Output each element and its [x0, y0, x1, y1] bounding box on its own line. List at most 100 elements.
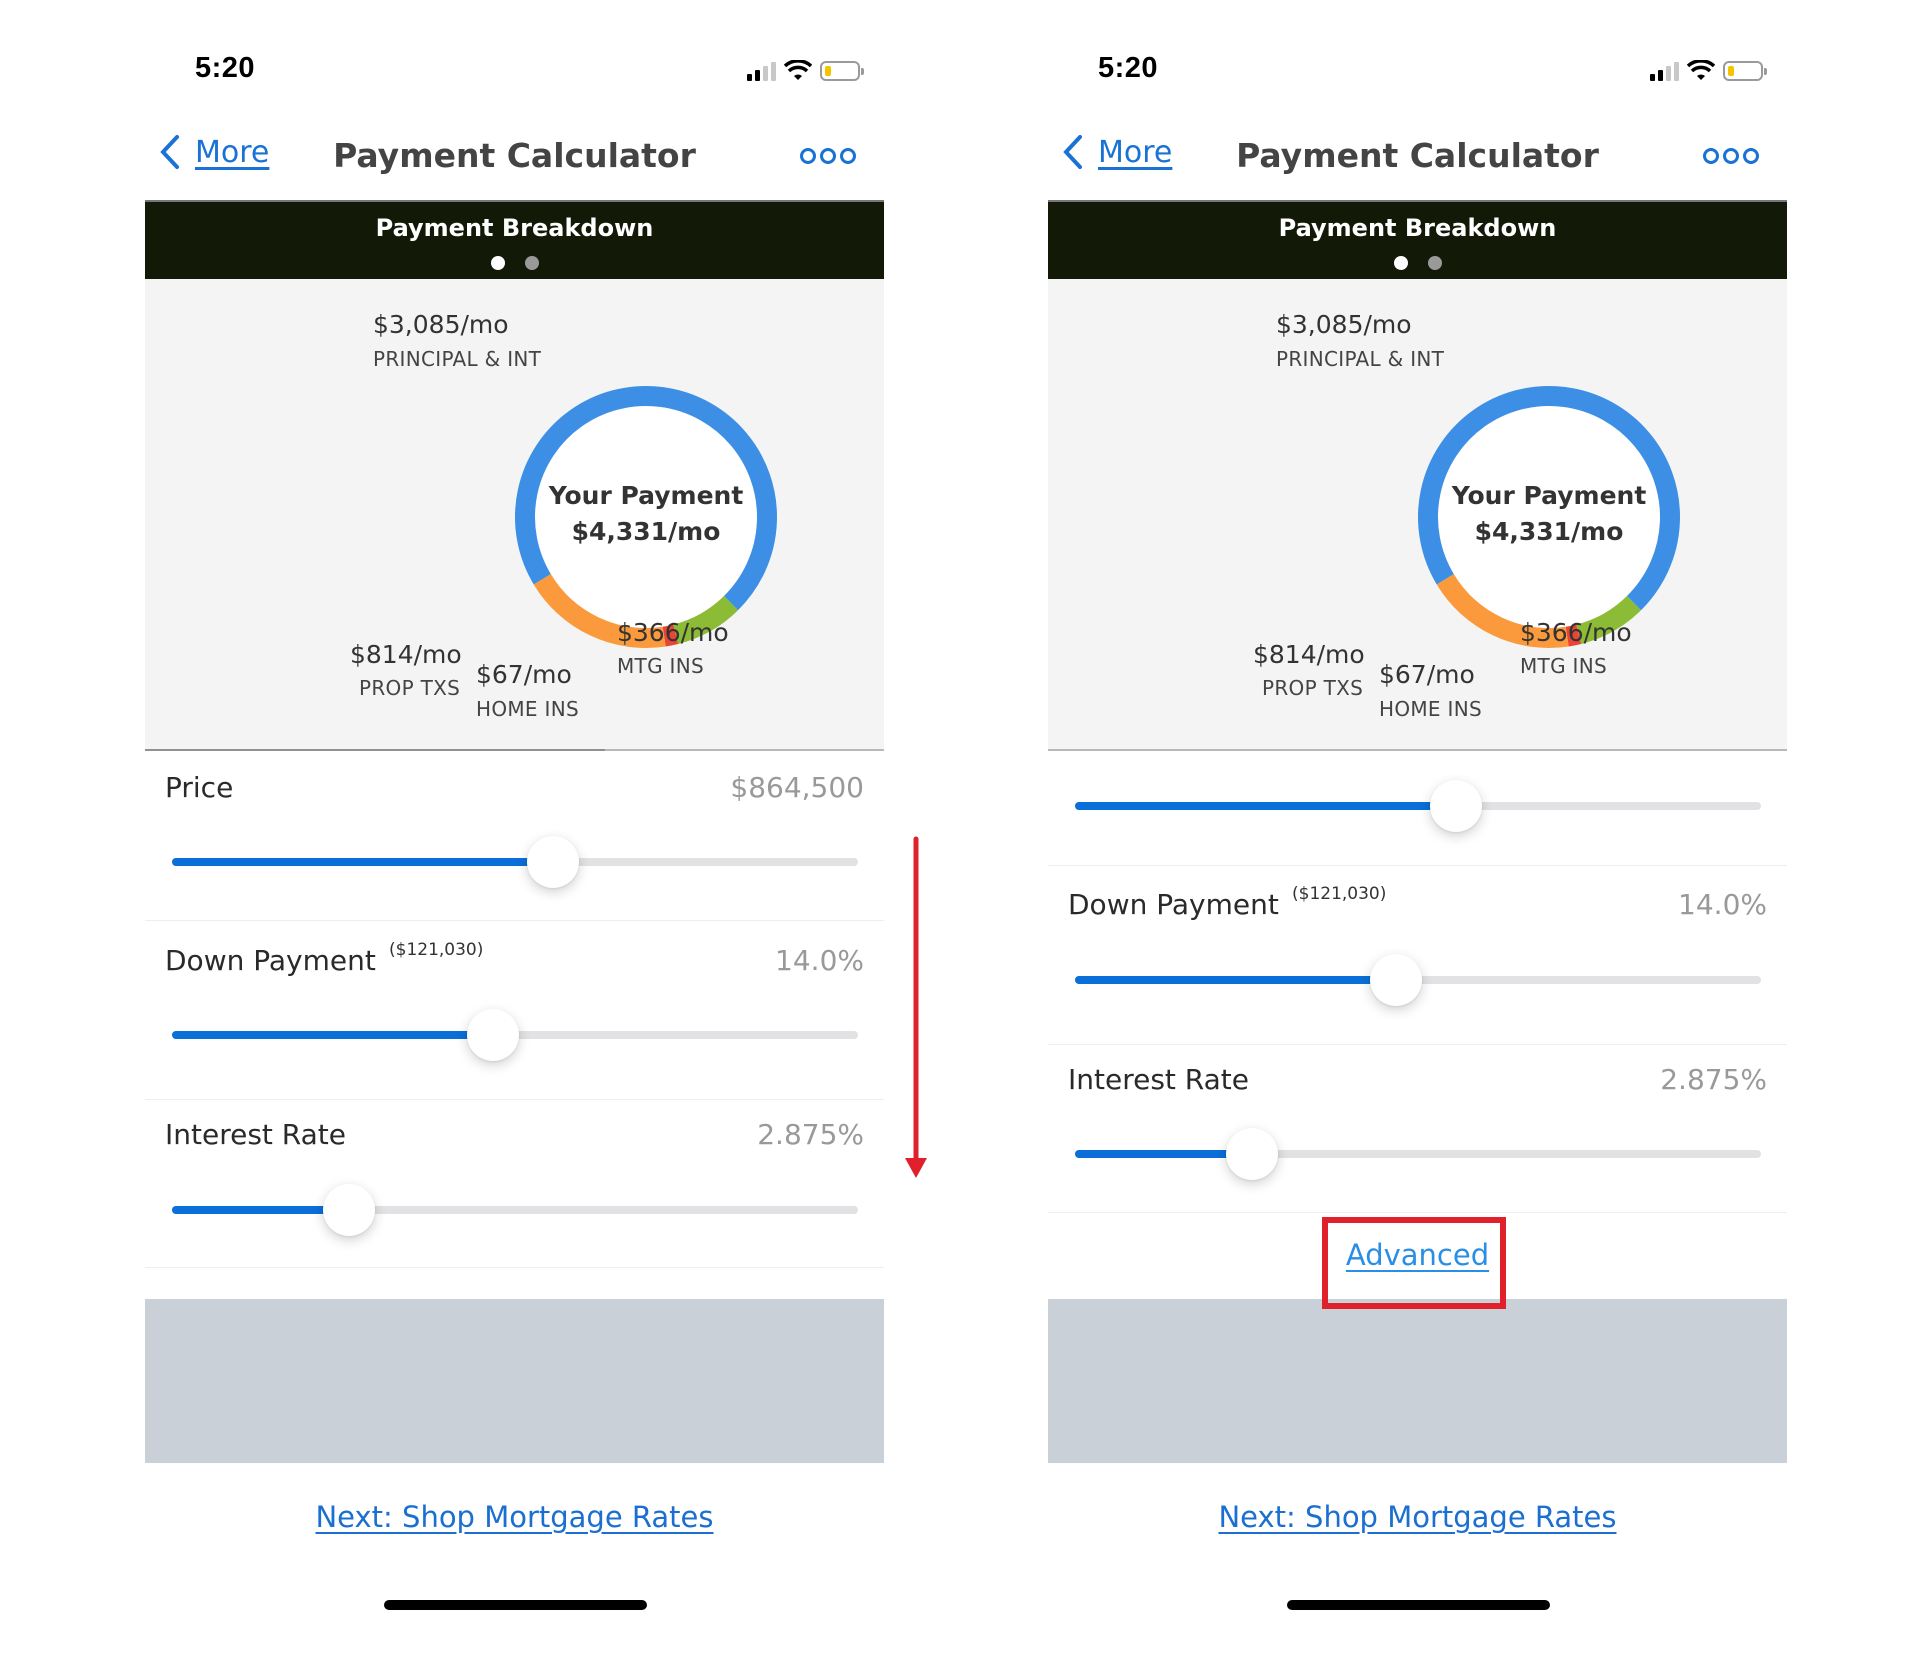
chevron-left-icon [1063, 135, 1082, 169]
status-icons [1650, 58, 1767, 84]
price-slider[interactable] [1075, 780, 1761, 832]
page-dot[interactable] [1427, 256, 1442, 270]
wifi-icon [784, 60, 812, 80]
price-slider[interactable] [172, 836, 858, 888]
divider [1048, 1212, 1787, 1213]
prop-tax-label: PROP TXS [1262, 676, 1364, 700]
payment-donut-chart [1418, 386, 1680, 648]
chevron-left-icon [160, 135, 179, 169]
cellular-signal-icon [747, 61, 776, 81]
dot-icon [1723, 148, 1739, 164]
principal-label: PRINCIPAL & INT [1276, 347, 1445, 371]
dot-icon [800, 148, 816, 164]
home-ins-label: HOME INS [476, 697, 579, 721]
mtg-ins-label: MTG INS [1520, 654, 1607, 678]
slider-fill [1075, 802, 1456, 810]
battery-icon [1723, 61, 1767, 81]
divider [145, 1099, 884, 1100]
slider-thumb[interactable] [322, 1184, 375, 1236]
principal-amount: $3,085/mo [373, 310, 509, 339]
slider-thumb[interactable] [467, 1009, 520, 1061]
slider-fill [172, 1031, 494, 1039]
down-payment-amount: ($121,030) [1292, 884, 1387, 904]
status-time: 5:20 [1098, 52, 1159, 84]
ad-placeholder [1048, 1299, 1787, 1463]
breakdown-header: Payment Breakdown [145, 200, 884, 279]
status-icons [747, 58, 864, 84]
cellular-signal-icon [1650, 61, 1679, 81]
down-payment-slider[interactable] [172, 1009, 858, 1061]
principal-label: PRINCIPAL & INT [373, 347, 542, 371]
home-ins-amount: $67/mo [476, 660, 572, 689]
donut-hole [535, 406, 757, 628]
price-label: Price [165, 771, 234, 804]
dot-icon [1703, 148, 1719, 164]
price-value[interactable]: $864,500 [730, 771, 864, 804]
payment-donut-chart [515, 386, 777, 648]
slider-thumb[interactable] [526, 836, 579, 888]
donut-hole [1438, 406, 1660, 628]
down-payment-slider[interactable] [1075, 954, 1761, 1006]
slider-fill [1075, 976, 1397, 984]
next-shop-mortgage-rates-link[interactable]: Next: Shop Mortgage Rates [1048, 1500, 1787, 1534]
down-payment-value[interactable]: 14.0% [775, 944, 864, 977]
advanced-highlight-box [1322, 1217, 1506, 1309]
interest-rate-value[interactable]: 2.875% [1660, 1063, 1767, 1096]
scroll-down-arrow-icon [905, 836, 927, 1178]
interest-rate-value[interactable]: 2.875% [757, 1118, 864, 1151]
home-ins-amount: $67/mo [1379, 660, 1475, 689]
phone-screen-after-scroll: 5:20 More Payment Calculator Payment Bre… [1048, 0, 1787, 1653]
wifi-icon [1687, 60, 1715, 80]
breakdown-title: Payment Breakdown [375, 214, 654, 242]
page-indicator[interactable] [145, 256, 884, 270]
prop-tax-amount: $814/mo [1253, 640, 1365, 669]
home-indicator[interactable] [1287, 1600, 1550, 1610]
slider-thumb[interactable] [1225, 1128, 1278, 1180]
back-button[interactable]: More [1062, 134, 1172, 170]
dot-icon [1743, 148, 1759, 164]
nav-bar: More Payment Calculator [1048, 130, 1787, 184]
slider-thumb[interactable] [1370, 954, 1423, 1006]
scroll-indicator [145, 749, 605, 751]
down-payment-amount: ($121,030) [389, 940, 484, 960]
page-dot-active[interactable] [1393, 256, 1408, 270]
mtg-ins-amount: $366/mo [1520, 618, 1632, 647]
mtg-ins-amount: $366/mo [617, 618, 729, 647]
principal-amount: $3,085/mo [1276, 310, 1412, 339]
more-options-button[interactable] [800, 148, 856, 164]
page-indicator[interactable] [1048, 256, 1787, 270]
nav-bar: More Payment Calculator [145, 130, 884, 184]
interest-rate-label: Interest Rate [1068, 1063, 1250, 1096]
phone-screen-before-scroll: 5:20 More Payment Calculator Payment Bre… [145, 0, 884, 1653]
interest-rate-label: Interest Rate [165, 1118, 347, 1151]
back-button[interactable]: More [159, 134, 269, 170]
page-dot-active[interactable] [490, 256, 505, 270]
next-shop-mortgage-rates-link[interactable]: Next: Shop Mortgage Rates [145, 1500, 884, 1534]
mtg-ins-label: MTG INS [617, 654, 704, 678]
status-time: 5:20 [195, 52, 256, 84]
dot-icon [820, 148, 836, 164]
home-ins-label: HOME INS [1379, 697, 1482, 721]
more-options-button[interactable] [1703, 148, 1759, 164]
back-label: More [195, 134, 270, 170]
down-payment-value[interactable]: 14.0% [1678, 888, 1767, 921]
slider-fill [172, 858, 553, 866]
home-indicator[interactable] [384, 1600, 647, 1610]
back-label: More [1098, 134, 1173, 170]
breakdown-header: Payment Breakdown [1048, 200, 1787, 279]
divider [145, 1267, 884, 1268]
breakdown-title: Payment Breakdown [1278, 214, 1557, 242]
divider [145, 920, 884, 921]
dot-icon [840, 148, 856, 164]
interest-rate-slider[interactable] [172, 1184, 858, 1236]
slider-thumb[interactable] [1429, 780, 1482, 832]
down-payment-label: Down Payment [1068, 888, 1279, 921]
interest-rate-slider[interactable] [1075, 1128, 1761, 1180]
prop-tax-amount: $814/mo [350, 640, 462, 669]
divider [1048, 1044, 1787, 1045]
prop-tax-label: PROP TXS [359, 676, 461, 700]
page-dot[interactable] [524, 256, 539, 270]
down-payment-label: Down Payment [165, 944, 376, 977]
divider [1048, 865, 1787, 866]
battery-icon [820, 61, 864, 81]
